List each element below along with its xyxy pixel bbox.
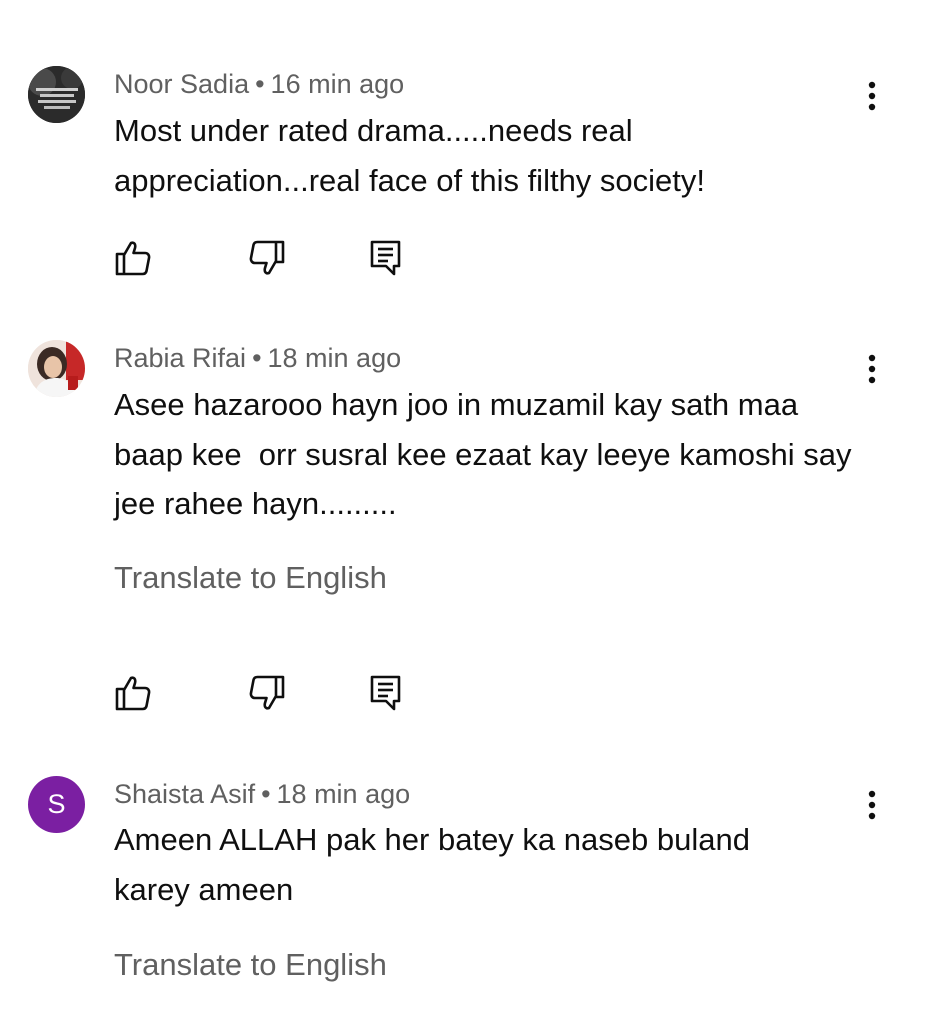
translate-link[interactable]: Translate to English [114,558,387,598]
avatar-image [28,340,85,397]
comment-author[interactable]: Noor Sadia [114,69,249,99]
thumb-down-icon[interactable] [246,238,286,278]
comment-text: Asee hazarooo hayn joo in muzamil kay sa… [114,387,861,521]
comment-meta: Noor Sadia • 16 min ago [114,67,404,101]
avatar-image [28,66,85,123]
translate-link[interactable]: Translate to English [114,945,387,985]
meta-separator: • [261,779,271,809]
comment-author[interactable]: Rabia Rifai [114,343,246,373]
comment-time: 18 min ago [276,779,411,809]
more-vert-icon[interactable] [858,351,886,387]
comment-meta: Shaista Asif • 18 min ago [114,777,410,811]
comment-author[interactable]: Shaista Asif [114,779,255,809]
reply-icon[interactable] [366,238,406,278]
comment-text: Ameen ALLAH pak her batey ka naseb bulan… [114,822,759,907]
more-vert-icon[interactable] [858,787,886,823]
avatar[interactable] [28,66,85,123]
avatar[interactable] [28,340,85,397]
meta-separator: • [252,343,262,373]
comment-time: 18 min ago [267,343,402,373]
comment-text: Most under rated drama.....needs real ap… [114,113,706,198]
more-vert-icon[interactable] [858,78,886,114]
comment-meta: Rabia Rifai • 18 min ago [114,341,401,375]
reply-icon[interactable] [366,673,406,713]
avatar[interactable]: S [28,776,85,833]
meta-separator: • [255,69,265,99]
thumb-down-icon[interactable] [246,673,286,713]
avatar-letter: S [47,789,66,819]
thumb-up-icon[interactable] [114,238,154,278]
comment-time: 16 min ago [270,69,405,99]
thumb-up-icon[interactable] [114,673,154,713]
